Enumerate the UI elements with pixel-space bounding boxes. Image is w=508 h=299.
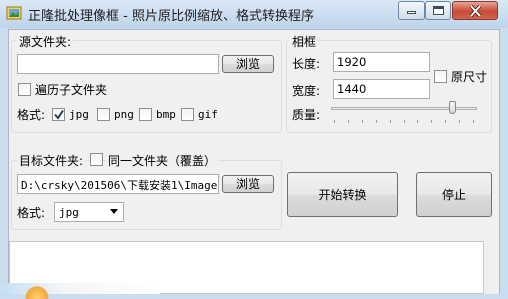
start-convert-button[interactable]: 开始转换 bbox=[287, 172, 398, 217]
target-folder-label: 目标文件夹: bbox=[17, 152, 86, 169]
source-folder-label: 源文件夹: bbox=[17, 33, 74, 50]
target-format-select[interactable]: jpg bbox=[54, 202, 124, 222]
source-browse-label: 浏览 bbox=[235, 57, 260, 71]
original-size-checkbox[interactable] bbox=[434, 70, 447, 83]
format-png-checkbox[interactable] bbox=[97, 108, 110, 121]
target-browse-button[interactable]: 浏览 bbox=[222, 175, 274, 193]
quality-slider[interactable] bbox=[331, 100, 477, 126]
window-title: 正隆批处理像框 - 照片原比例缩放、格式转换程序 bbox=[28, 9, 314, 24]
quality-slider-tick bbox=[348, 120, 349, 123]
target-path-input[interactable]: D:\crsky\201506\下载安装1\ImageRe bbox=[17, 174, 219, 194]
format-png-label: png bbox=[114, 108, 134, 121]
maximize-icon bbox=[433, 6, 444, 15]
maximize-button[interactable] bbox=[425, 1, 451, 20]
same-folder-label: 同一文件夹（覆盖） bbox=[106, 152, 219, 169]
check-icon bbox=[54, 109, 64, 120]
source-format-label: 格式: bbox=[17, 108, 46, 122]
target-browse-label: 浏览 bbox=[235, 177, 260, 191]
format-gif-checkbox[interactable] bbox=[181, 108, 194, 121]
quality-slider-thumb[interactable] bbox=[449, 101, 456, 114]
start-convert-label: 开始转换 bbox=[318, 188, 367, 202]
original-size-label: 原尺寸 bbox=[451, 70, 488, 84]
quality-slider-tick bbox=[334, 120, 335, 123]
quality-label: 质量: bbox=[292, 108, 321, 122]
target-format-value: jpg bbox=[59, 206, 79, 219]
quality-slider-tick bbox=[376, 120, 377, 123]
format-jpg-label: jpg bbox=[69, 108, 89, 121]
app-icon bbox=[6, 6, 22, 20]
decorative-image bbox=[0, 283, 160, 299]
close-button[interactable] bbox=[452, 1, 498, 20]
width-input[interactable]: 1440 bbox=[333, 79, 430, 99]
quality-slider-tick bbox=[431, 120, 432, 123]
quality-slider-tick bbox=[473, 120, 474, 123]
quality-slider-tick bbox=[459, 120, 460, 123]
length-label: 长度: bbox=[292, 57, 321, 71]
stop-button[interactable]: 停止 bbox=[416, 172, 492, 217]
source-path-input[interactable] bbox=[17, 54, 219, 74]
title-bar: 正隆批处理像框 - 照片原比例缩放、格式转换程序 bbox=[0, 0, 508, 28]
close-icon bbox=[469, 5, 482, 17]
frame-group-label: 相框 bbox=[290, 33, 319, 50]
format-jpg-checkbox[interactable] bbox=[52, 108, 65, 121]
format-bmp-checkbox[interactable] bbox=[139, 108, 152, 121]
quality-slider-tick bbox=[417, 120, 418, 123]
quality-slider-tick bbox=[404, 120, 405, 123]
quality-slider-tick bbox=[445, 120, 446, 123]
stop-label: 停止 bbox=[441, 188, 466, 202]
quality-slider-tick bbox=[362, 120, 363, 123]
width-label: 宽度: bbox=[292, 84, 321, 98]
same-folder-checkbox[interactable] bbox=[90, 153, 103, 166]
traverse-subfolders-checkbox[interactable] bbox=[18, 83, 31, 96]
target-folder-group bbox=[11, 160, 282, 230]
format-gif-label: gif bbox=[198, 108, 218, 121]
source-browse-button[interactable]: 浏览 bbox=[222, 55, 274, 73]
minimize-button[interactable] bbox=[398, 1, 425, 20]
quality-slider-tick bbox=[390, 120, 391, 123]
target-format-label: 格式: bbox=[17, 206, 46, 220]
length-input[interactable]: 1920 bbox=[333, 52, 430, 72]
minimize-icon bbox=[407, 11, 416, 14]
traverse-subfolders-label: 遍历子文件夹 bbox=[35, 83, 108, 97]
chevron-down-icon bbox=[110, 209, 118, 214]
format-bmp-label: bmp bbox=[156, 108, 176, 121]
logo-swirl bbox=[22, 285, 52, 299]
